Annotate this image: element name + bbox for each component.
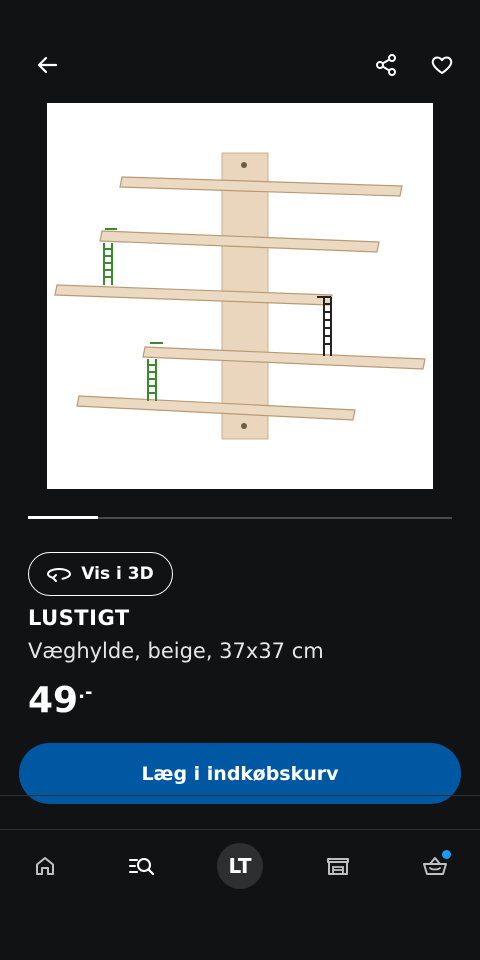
cart-badge xyxy=(442,850,451,859)
store-icon xyxy=(327,858,349,875)
search-list-icon xyxy=(129,858,155,876)
wall-shelf-image xyxy=(54,152,426,440)
share-icon xyxy=(376,54,396,76)
bottom-navigation: LT xyxy=(0,830,480,902)
view-in-3d-button[interactable]: Vis i 3D xyxy=(28,552,173,596)
share-button[interactable] xyxy=(366,45,406,85)
nav-home[interactable] xyxy=(21,842,69,890)
arrow-left-icon xyxy=(37,56,58,74)
product-name: LUSTIGT xyxy=(28,606,130,630)
divider xyxy=(0,795,480,796)
avatar: LT xyxy=(217,843,263,889)
heart-icon xyxy=(431,56,453,74)
nav-store[interactable] xyxy=(314,842,362,890)
carousel-progress-thumb xyxy=(28,516,99,519)
home-icon xyxy=(36,857,54,875)
product-image[interactable] xyxy=(47,103,433,489)
top-bar xyxy=(0,0,480,100)
nav-profile[interactable]: LT xyxy=(216,842,264,890)
product-description: Væghylde, beige, 37x37 cm xyxy=(28,639,324,663)
price-suffix: .- xyxy=(78,682,93,703)
view-in-3d-label: Vis i 3D xyxy=(81,564,154,584)
nav-cart[interactable] xyxy=(411,842,459,890)
image-carousel-progress xyxy=(28,516,452,519)
favorite-button[interactable] xyxy=(422,45,462,85)
back-button[interactable] xyxy=(27,45,67,85)
price-main: 49 xyxy=(28,680,79,721)
rotate-3d-icon xyxy=(47,567,72,582)
product-price: 49.- xyxy=(28,680,92,721)
nav-search[interactable] xyxy=(118,842,166,890)
